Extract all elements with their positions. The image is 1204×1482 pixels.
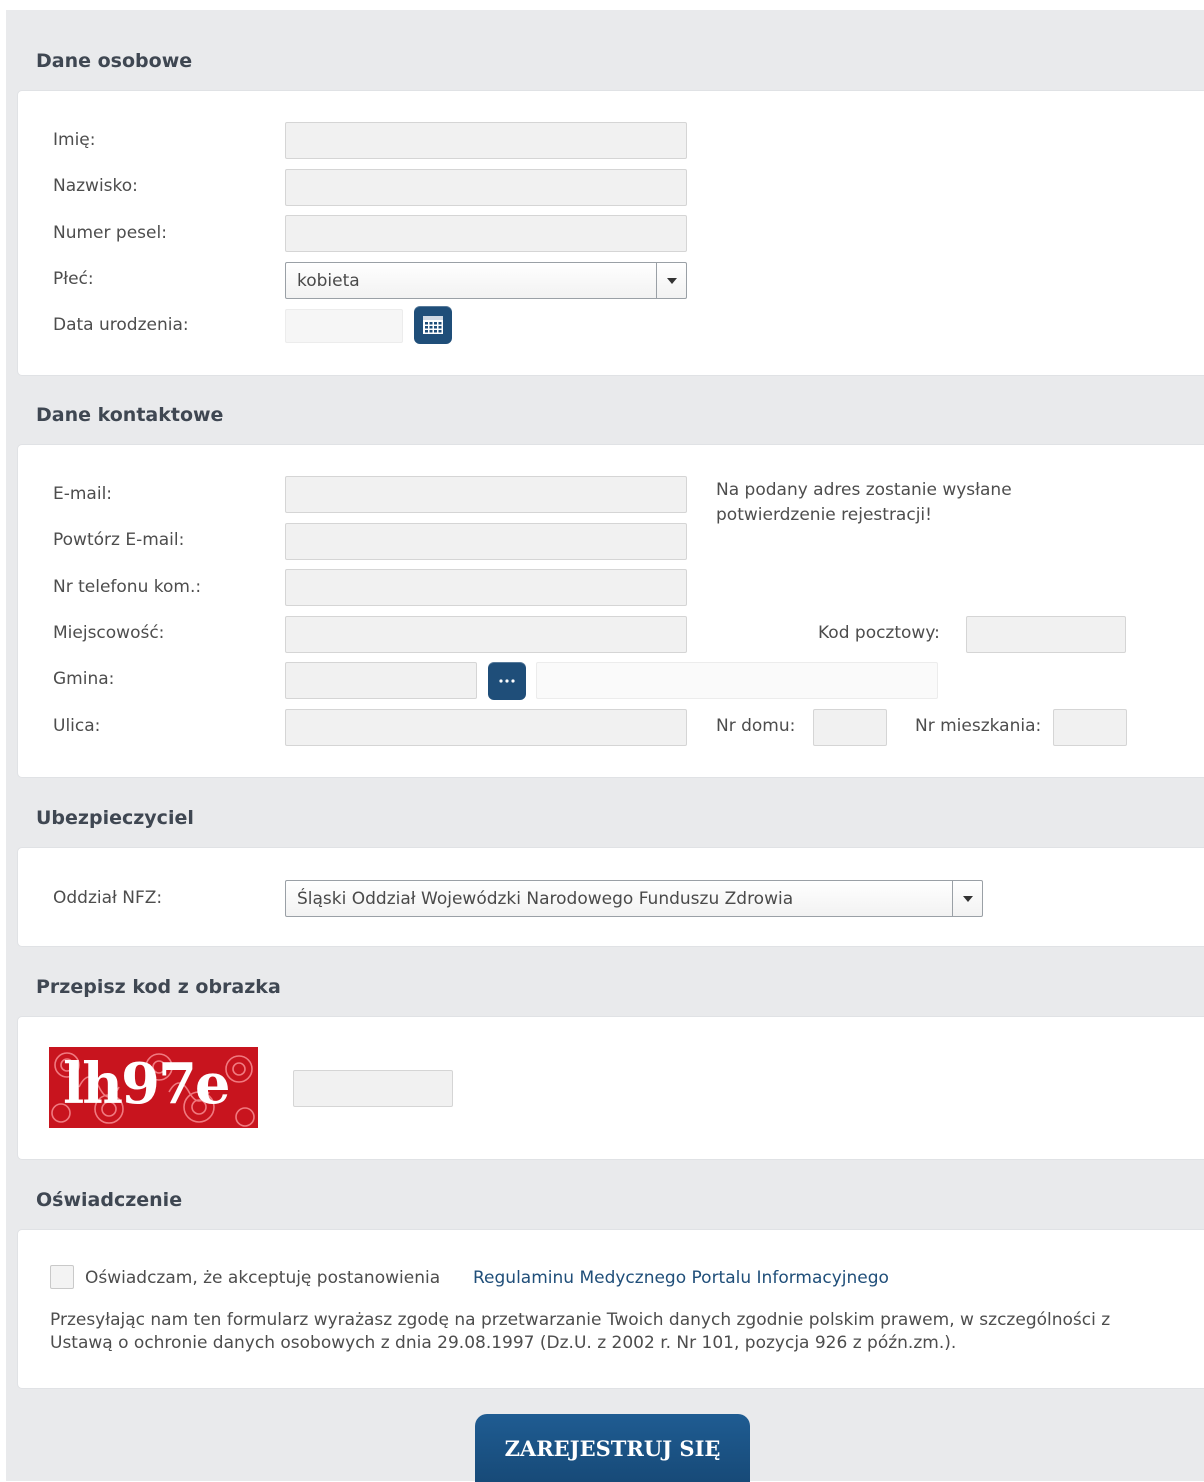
city-input[interactable] [285, 616, 687, 653]
commune-input[interactable] [285, 662, 477, 699]
phone-label: Nr telefonu kom.: [53, 577, 202, 597]
captcha-image: lh97e [49, 1047, 258, 1128]
consent-text: Przesyłając nam ten formularz wyrażasz z… [50, 1310, 1111, 1353]
last-name-input[interactable] [285, 169, 687, 206]
gender-label: Płeć: [53, 269, 94, 289]
birth-date-input[interactable] [285, 309, 403, 343]
last-name-label: Nazwisko: [53, 176, 138, 196]
apartment-no-label: Nr mieszkania: [915, 716, 1042, 736]
email-input[interactable] [285, 476, 687, 513]
section-title-statement: Oświadczenie [36, 1189, 183, 1211]
captcha-panel: lh97e [17, 1016, 1204, 1160]
ellipsis-icon [499, 679, 515, 683]
calendar-button[interactable] [414, 306, 452, 344]
register-button[interactable]: ZAREJESTRUJ SIĘ [475, 1414, 750, 1482]
chevron-down-icon[interactable] [656, 263, 686, 298]
accept-text: Oświadczam, że akceptuję postanowienia [85, 1268, 441, 1288]
first-name-label: Imię: [53, 130, 96, 150]
email-label: E-mail: [53, 484, 113, 504]
email-note: Na podany adres zostanie wysłane potwier… [716, 480, 1012, 525]
postal-code-label: Kod pocztowy: [818, 623, 940, 643]
email-repeat-label: Powtórz E-mail: [53, 530, 185, 550]
house-no-label: Nr domu: [716, 716, 796, 736]
insurer-panel: Oddział NFZ: Śląski Oddział Wojewódzki N… [17, 847, 1204, 947]
city-label: Miejscowość: [53, 623, 165, 643]
street-label: Ulica: [53, 716, 101, 736]
commune-display-field [536, 662, 938, 699]
section-title-contact: Dane kontaktowe [36, 404, 224, 426]
chevron-down-icon[interactable] [952, 881, 982, 916]
gender-select[interactable]: kobieta [285, 262, 687, 299]
captcha-text: lh97e [63, 1051, 231, 1117]
postal-code-input[interactable] [966, 616, 1126, 653]
commune-label: Gmina: [53, 669, 115, 689]
house-no-input[interactable] [813, 709, 887, 746]
accept-regulations-checkbox[interactable] [50, 1265, 74, 1289]
commune-picker-button[interactable] [488, 662, 526, 700]
street-input[interactable] [285, 709, 687, 746]
section-title-insurer: Ubezpieczyciel [36, 807, 194, 829]
gender-select-value: kobieta [297, 271, 360, 291]
first-name-input[interactable] [285, 122, 687, 159]
contact-data-panel: E-mail: Na podany adres zostanie wysłane… [17, 444, 1204, 778]
pesel-label: Numer pesel: [53, 223, 167, 243]
captcha-input[interactable] [293, 1070, 453, 1107]
email-repeat-input[interactable] [285, 523, 687, 560]
nfz-branch-select-value: Śląski Oddział Wojewódzki Narodowego Fun… [297, 889, 794, 909]
personal-data-panel: Imię: Nazwisko: Numer pesel: Płeć: kobie… [17, 90, 1204, 376]
registration-page: Dane osobowe Imię: Nazwisko: Numer pesel… [6, 10, 1204, 1482]
section-title-personal: Dane osobowe [36, 50, 193, 72]
pesel-input[interactable] [285, 215, 687, 252]
nfz-branch-select[interactable]: Śląski Oddział Wojewódzki Narodowego Fun… [285, 880, 983, 917]
section-title-captcha: Przepisz kod z obrazka [36, 976, 281, 998]
regulations-link[interactable]: Regulaminu Medycznego Portalu Informacyj… [473, 1268, 889, 1288]
birth-date-label: Data urodzenia: [53, 315, 189, 335]
apartment-no-input[interactable] [1053, 709, 1127, 746]
calendar-icon [423, 316, 443, 334]
statement-panel: Oświadczam, że akceptuję postanowienia R… [17, 1229, 1204, 1389]
nfz-branch-label: Oddział NFZ: [53, 888, 163, 908]
phone-input[interactable] [285, 569, 687, 606]
